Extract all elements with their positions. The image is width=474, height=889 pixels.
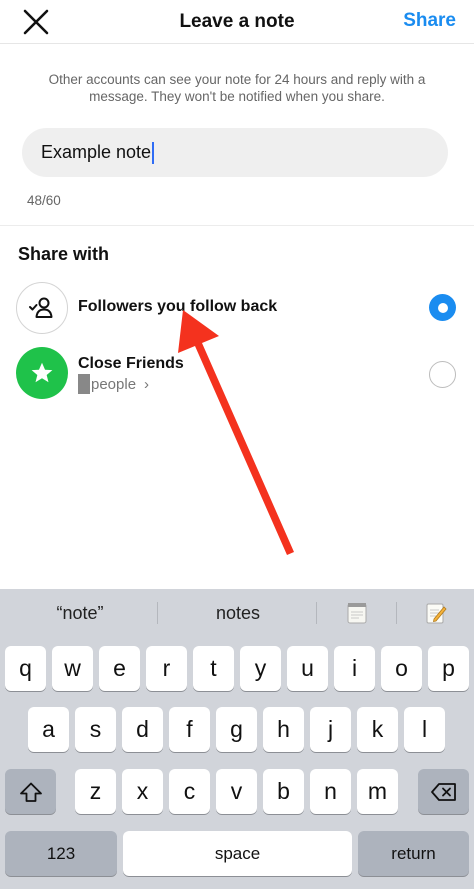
shift-key[interactable] bbox=[5, 769, 56, 814]
keyboard: “note” notes q w e r t y u i o p a s d f… bbox=[0, 589, 474, 889]
star-icon bbox=[16, 347, 68, 399]
option-close-friends-radio[interactable] bbox=[429, 361, 456, 388]
suggestion-notes[interactable]: notes bbox=[178, 603, 298, 624]
key-g[interactable]: g bbox=[216, 707, 257, 752]
delete-icon bbox=[430, 782, 456, 801]
redacted-count bbox=[78, 374, 90, 394]
suggestion-divider bbox=[316, 602, 317, 624]
key-l[interactable]: l bbox=[404, 707, 445, 752]
key-n[interactable]: n bbox=[310, 769, 351, 814]
key-x[interactable]: x bbox=[122, 769, 163, 814]
key-t[interactable]: t bbox=[193, 646, 234, 691]
key-q[interactable]: q bbox=[5, 646, 46, 691]
info-text: Other accounts can see your note for 24 … bbox=[48, 72, 426, 104]
key-d[interactable]: d bbox=[122, 707, 163, 752]
suggestion-bar: “note” notes bbox=[0, 589, 474, 635]
suggestion-divider bbox=[157, 602, 158, 624]
key-e[interactable]: e bbox=[99, 646, 140, 691]
key-k[interactable]: k bbox=[357, 707, 398, 752]
section-title: Share with bbox=[18, 244, 110, 264]
key-u[interactable]: u bbox=[287, 646, 328, 691]
shift-icon bbox=[19, 782, 42, 802]
delete-key[interactable] bbox=[418, 769, 469, 814]
key-w[interactable]: w bbox=[52, 646, 93, 691]
notepad-emoji-icon[interactable] bbox=[346, 601, 368, 625]
radio-selected-dot bbox=[437, 302, 448, 313]
key-i[interactable]: i bbox=[334, 646, 375, 691]
divider bbox=[0, 225, 474, 226]
key-y[interactable]: y bbox=[240, 646, 281, 691]
key-c[interactable]: c bbox=[169, 769, 210, 814]
key-o[interactable]: o bbox=[381, 646, 422, 691]
close-friends-sub: people bbox=[91, 375, 137, 393]
memo-emoji-icon[interactable] bbox=[425, 601, 447, 625]
note-input-value: Example note bbox=[41, 142, 152, 162]
key-h[interactable]: h bbox=[263, 707, 304, 752]
suggestion-quoted[interactable]: “note” bbox=[20, 603, 140, 624]
text-caret bbox=[152, 141, 155, 164]
key-r[interactable]: r bbox=[146, 646, 187, 691]
note-input[interactable]: Example note bbox=[22, 128, 448, 177]
key-j[interactable]: j bbox=[310, 707, 351, 752]
option-followers-radio[interactable] bbox=[429, 294, 456, 321]
option-close-friends-label[interactable]: Close Friends bbox=[78, 355, 184, 373]
option-followers-label[interactable]: Followers you follow back bbox=[78, 298, 277, 316]
key-b[interactable]: b bbox=[263, 769, 304, 814]
close-friends-count[interactable]: people › bbox=[78, 374, 149, 394]
key-v[interactable]: v bbox=[216, 769, 257, 814]
follow-back-icon bbox=[16, 282, 68, 334]
return-key[interactable]: return bbox=[358, 831, 469, 876]
key-z[interactable]: z bbox=[75, 769, 116, 814]
character-counter: 48/60 bbox=[27, 193, 61, 208]
key-p[interactable]: p bbox=[428, 646, 469, 691]
numbers-key[interactable]: 123 bbox=[5, 831, 117, 876]
space-key[interactable]: space bbox=[123, 831, 352, 876]
key-s[interactable]: s bbox=[75, 707, 116, 752]
chevron-right-icon: › bbox=[144, 375, 150, 393]
key-a[interactable]: a bbox=[28, 707, 69, 752]
share-button[interactable]: Share bbox=[403, 10, 456, 32]
key-m[interactable]: m bbox=[357, 769, 398, 814]
suggestion-divider bbox=[396, 602, 397, 624]
key-f[interactable]: f bbox=[169, 707, 210, 752]
header: Leave a note Share bbox=[0, 0, 474, 44]
